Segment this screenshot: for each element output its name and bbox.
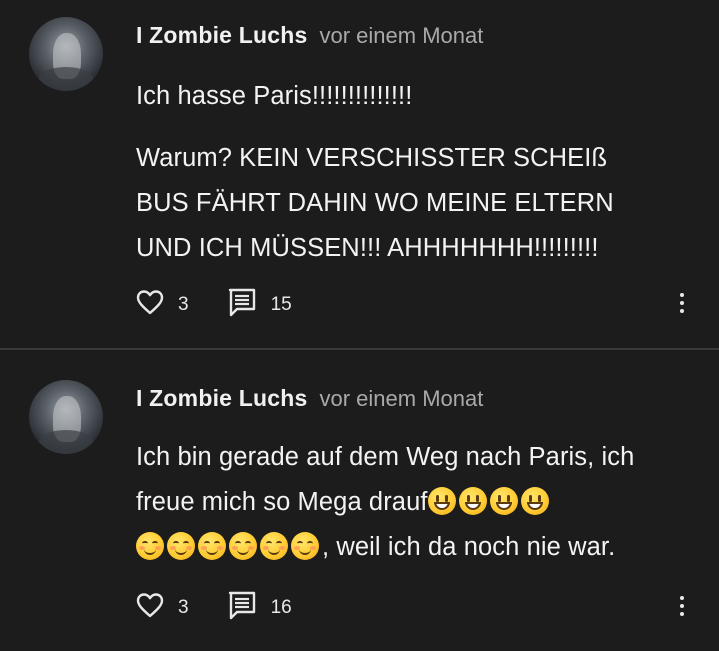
smiling-face-with-closed-eyes-emoji <box>260 532 288 560</box>
comment-paragraph: Ich hasse Paris!!!!!!!!!!!!!! <box>136 82 413 110</box>
grinning-face-emoji <box>427 487 456 515</box>
heart-outline-icon <box>136 289 164 320</box>
grinning-face-emoji <box>458 487 487 515</box>
grinning-face-emoji <box>489 487 518 515</box>
comment-header: I Zombie Luchs vor einem Monat <box>136 385 483 412</box>
comment-text-start: Ich bin gerade auf dem Weg nach Paris, i… <box>136 443 635 516</box>
smiling-face-with-closed-eyes-emoji <box>136 532 164 560</box>
vertical-ellipsis-icon <box>680 596 684 600</box>
like-count: 3 <box>178 596 189 618</box>
reply-count: 16 <box>270 596 292 618</box>
vertical-ellipsis-icon <box>680 293 684 297</box>
reply-button[interactable]: 16 <box>227 590 292 625</box>
timestamp[interactable]: vor einem Monat <box>319 386 483 412</box>
comment-paragraph: Warum? KEIN VERSCHISSTER SCHEIß BUS FÄHR… <box>136 144 614 262</box>
author-name[interactable]: I Zombie Luchs <box>136 385 307 412</box>
smiling-face-with-closed-eyes-emoji <box>167 532 195 560</box>
grinning-face-emoji <box>520 487 549 515</box>
author-name[interactable]: I Zombie Luchs <box>136 22 307 49</box>
more-options-button[interactable] <box>672 591 692 621</box>
smiling-face-with-closed-eyes-emoji <box>291 532 319 560</box>
comment-text: Ich hasse Paris!!!!!!!!!!!!!! Warum? KEI… <box>136 74 696 271</box>
comment-lines-icon <box>227 590 257 625</box>
smiling-face-with-closed-eyes-emoji <box>198 532 226 560</box>
like-button[interactable]: 3 <box>136 289 189 320</box>
comment-actions: 3 15 <box>136 287 292 322</box>
reply-button[interactable]: 15 <box>227 287 292 322</box>
comment-header: I Zombie Luchs vor einem Monat <box>136 22 483 49</box>
like-button[interactable]: 3 <box>136 592 189 623</box>
smiling-face-with-closed-eyes-emoji <box>229 532 257 560</box>
comment-lines-icon <box>227 287 257 322</box>
comment-actions: 3 16 <box>136 590 292 625</box>
heart-outline-icon <box>136 592 164 623</box>
avatar[interactable] <box>29 380 103 454</box>
reply-count: 15 <box>270 293 292 315</box>
comment-2: I Zombie Luchs vor einem Monat Ich bin g… <box>0 350 719 651</box>
like-count: 3 <box>178 293 189 315</box>
more-options-button[interactable] <box>672 288 692 318</box>
avatar[interactable] <box>29 17 103 91</box>
timestamp[interactable]: vor einem Monat <box>319 23 483 49</box>
comment-1: I Zombie Luchs vor einem Monat Ich hasse… <box>0 0 719 349</box>
comment-text: Ich bin gerade auf dem Weg nach Paris, i… <box>136 435 676 570</box>
comment-text-end: , weil ich da noch nie war. <box>322 533 616 561</box>
